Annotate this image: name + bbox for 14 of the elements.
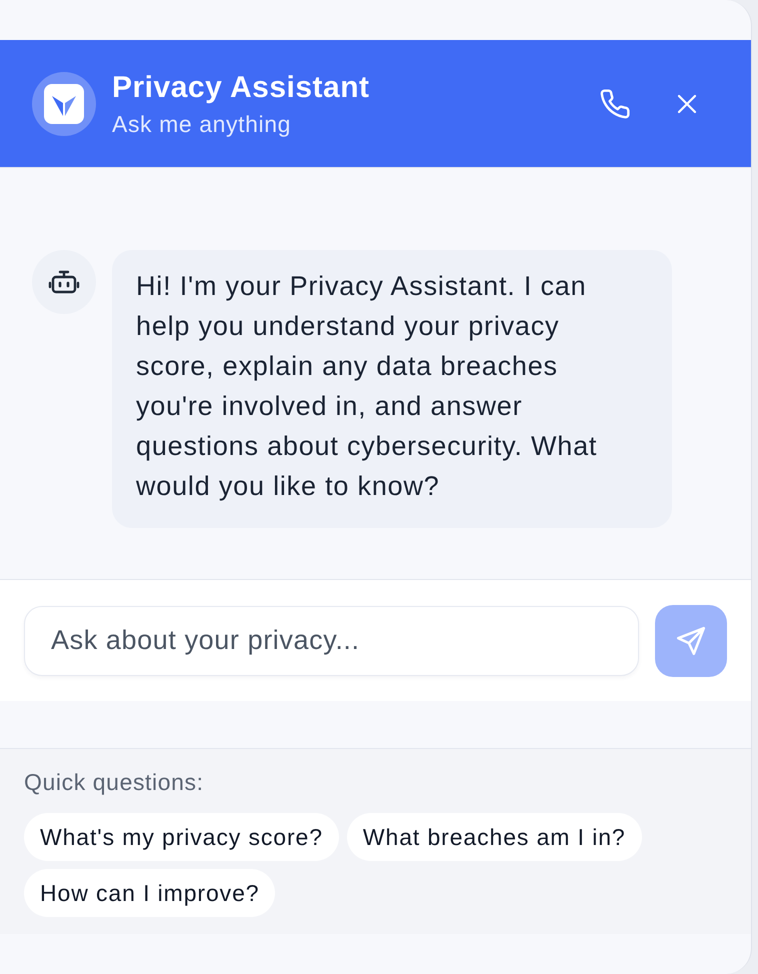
assistant-subtitle: Ask me anything: [112, 110, 292, 138]
assistant-title: Privacy Assistant: [112, 70, 370, 106]
quick-question-chip[interactable]: How can I improve?: [24, 869, 276, 917]
phone-icon: [599, 88, 631, 120]
message-bubble: Hi! I'm your Privacy Assistant. I can help you understand your privacy score, explain any data breaches you're involved in, and answer questions about cybersecurity. What would you like to know?: [112, 250, 672, 528]
close-button[interactable]: [677, 94, 697, 114]
close-icon: [677, 94, 697, 114]
message-input[interactable]: Ask about your privacy...: [24, 606, 639, 676]
robot-icon: [32, 250, 96, 314]
quick-questions-label: Quick questions:: [24, 769, 205, 795]
quick-question-chip[interactable]: What breaches am I in?: [346, 813, 642, 861]
quick-question-chip[interactable]: What's my privacy score?: [24, 813, 339, 861]
call-button[interactable]: [599, 88, 631, 120]
logo-icon: [32, 72, 96, 136]
